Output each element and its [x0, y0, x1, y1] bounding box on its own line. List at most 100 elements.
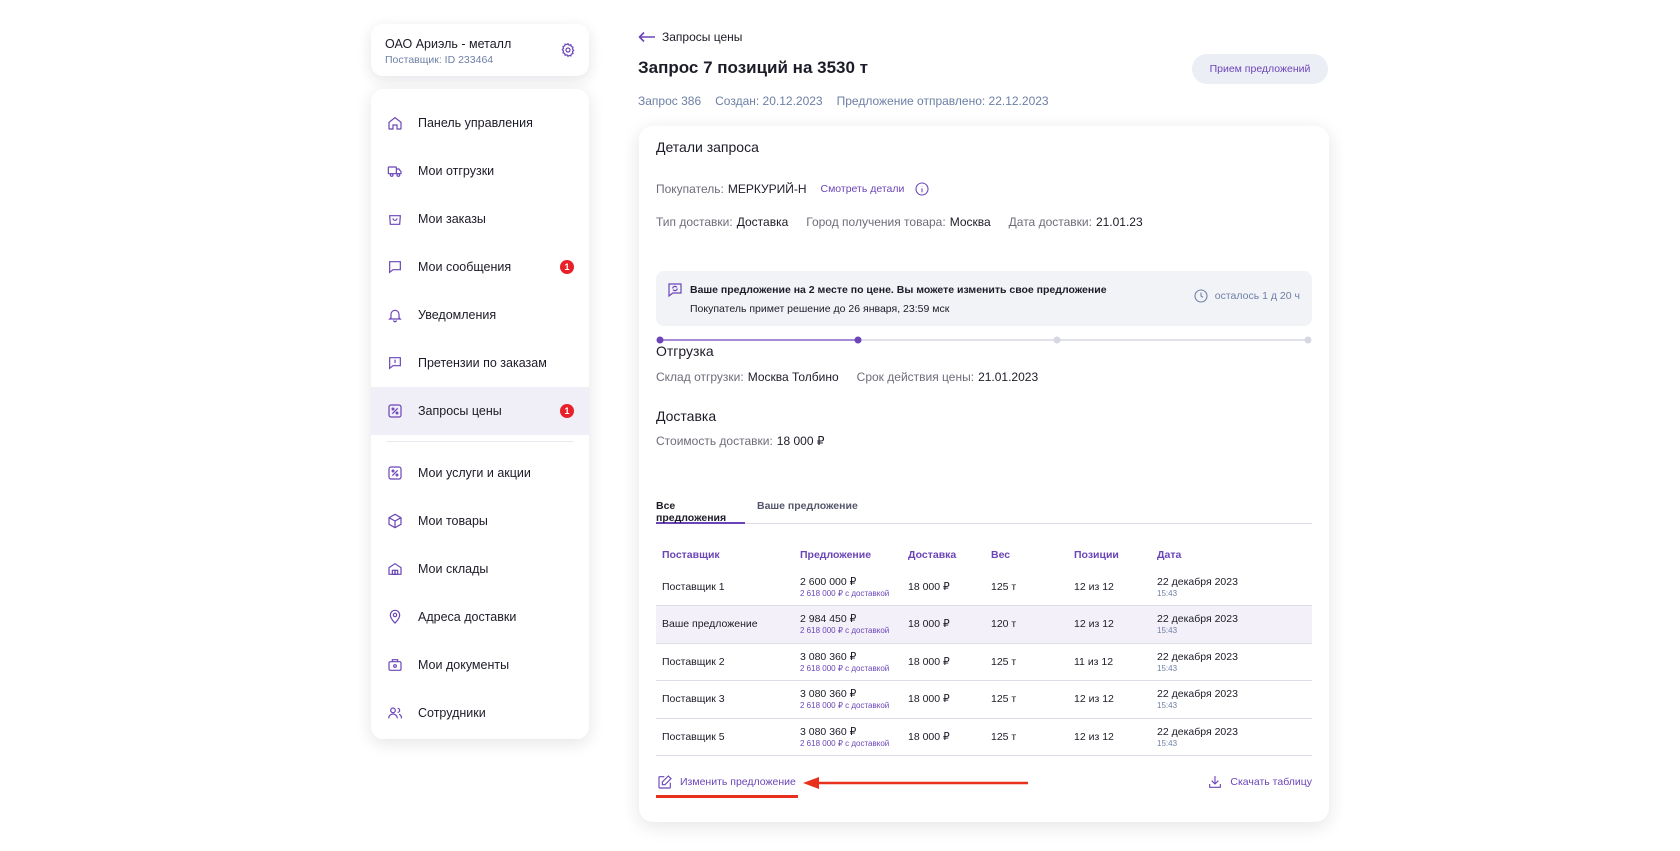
notice-subtitle: Покупатель примет решение до 26 января, …: [690, 303, 950, 315]
offer-date: 22 декабря 2023: [1157, 688, 1238, 701]
sidebar-item-products[interactable]: Мои товары: [371, 497, 589, 545]
offer-price-with-delivery: 2 618 000 ₽ с доставкой: [800, 626, 890, 636]
offer-time: 15:43: [1157, 738, 1178, 748]
delivery-type-value: Доставка: [736, 215, 789, 229]
sidebar-item-documents[interactable]: Мои документы: [371, 641, 589, 689]
status-badge: Прием предложений: [1192, 54, 1328, 84]
offer-cell: 2 984 450 ₽2 618 000 ₽ с доставкой: [794, 605, 902, 644]
offer-price: 2 600 000 ₽: [800, 575, 857, 588]
offers-tabs: Все предложения Ваше предложение: [656, 500, 1312, 524]
location-pin-icon: [386, 608, 404, 626]
offer-time: 15:43: [1157, 588, 1178, 598]
price-valid-label: Срок действия цены:: [856, 370, 975, 384]
bell-icon: [386, 306, 404, 324]
column-header: Дата: [1157, 549, 1182, 561]
notice-title: Ваше предложение на 2 месте по цене. Вы …: [690, 284, 1107, 296]
sidebar-item-services[interactable]: Мои услуги и акции: [371, 449, 589, 497]
column-header: Позиции: [1074, 549, 1119, 561]
sidebar-item-dashboard[interactable]: Панель управления: [371, 99, 589, 147]
sidebar-item-orders[interactable]: Мои заказы: [371, 195, 589, 243]
annotation-underline: [656, 795, 798, 798]
box-icon: [386, 512, 404, 530]
tab-your-offer[interactable]: Ваше предложение: [757, 500, 858, 524]
sidebar-item-label: Мои сообщения: [418, 260, 512, 274]
delivery-date-label: Дата доставки:: [1008, 215, 1092, 229]
delivery-info-line: Тип доставки: Доставка Город получения т…: [656, 215, 1143, 229]
messages-badge: 1: [560, 260, 574, 274]
sidebar-item-employees[interactable]: Сотрудники: [371, 689, 589, 737]
users-icon: [386, 704, 404, 722]
edit-offer-button[interactable]: Изменить предложение: [657, 774, 796, 790]
org-card: ОАО Ариэль - металл Поставщик: ID 233464: [371, 24, 589, 76]
positions-cell: 12 из 12: [1068, 568, 1151, 606]
sidebar-item-messages[interactable]: Мои сообщения 1: [371, 243, 589, 291]
request-created: Создан: 20.12.2023: [715, 94, 823, 108]
table-row: Поставщик 3 3 080 360 ₽2 618 000 ₽ с дос…: [656, 680, 1312, 719]
date-cell: 22 декабря 2023 15:43: [1151, 568, 1312, 606]
view-details-link[interactable]: Смотреть детали: [821, 183, 905, 195]
date-cell: 22 декабря 2023 15:43: [1151, 680, 1312, 719]
buyer-label: Покупатель:: [656, 182, 724, 196]
delivery-cost-label: Стоимость доставки:: [656, 434, 773, 448]
home-icon: [386, 114, 404, 132]
sidebar-item-label: Претензии по заказам: [418, 356, 547, 370]
back-link[interactable]: Запросы цены: [638, 30, 742, 44]
shipment-title: Отгрузка: [656, 343, 714, 359]
column-header: Вес: [991, 549, 1011, 561]
download-table-label: Скачать таблицу: [1230, 776, 1312, 788]
warehouse-icon: [386, 560, 404, 578]
sidebar-item-price-requests[interactable]: Запросы цены 1: [371, 387, 589, 435]
sidebar-item-shipments[interactable]: Мои отгрузки: [371, 147, 589, 195]
request-number: Запрос 386: [638, 94, 702, 108]
time-remaining: осталось 1 д 20 ч: [1193, 288, 1300, 304]
delivery-cost-value: 18 000 ₽: [776, 434, 825, 448]
weight-cell: 120 т: [985, 605, 1068, 644]
progress-step-4: [1304, 336, 1312, 344]
weight-cell: 125 т: [985, 680, 1068, 719]
org-supplier-id: Поставщик: ID 233464: [385, 54, 494, 66]
buyer-value: МЕРКУРИЙ-Н: [727, 182, 807, 196]
offer-price: 2 984 450 ₽: [800, 613, 857, 626]
date-cell: 22 декабря 2023 15:43: [1151, 643, 1312, 681]
org-name: ОАО Ариэль - металл: [385, 37, 512, 51]
arrow-left-icon: [638, 31, 655, 43]
column-header: Предложение: [800, 549, 872, 561]
buyer-line: Покупатель: МЕРКУРИЙ-Н Смотреть детали: [656, 181, 930, 197]
delivery-cell: 18 000 ₽: [902, 568, 985, 606]
city-label: Город получения товара:: [806, 215, 946, 229]
offer-cell: 2 600 000 ₽2 618 000 ₽ с доставкой: [794, 568, 902, 606]
offer-price: 3 080 360 ₽: [800, 688, 857, 701]
offer-price: 3 080 360 ₽: [800, 650, 857, 663]
sidebar-item-label: Мои услуги и акции: [418, 466, 531, 480]
date-cell: 22 декабря 2023 15:43: [1151, 718, 1312, 756]
offer-date: 22 декабря 2023: [1157, 575, 1238, 588]
sidebar-item-delivery-addresses[interactable]: Адреса доставки: [371, 593, 589, 641]
positions-cell: 12 из 12: [1068, 605, 1151, 644]
table-row: Поставщик 2 3 080 360 ₽2 618 000 ₽ с дос…: [656, 643, 1312, 681]
sidebar-item-label: Мои товары: [418, 514, 488, 528]
offer-time: 15:43: [1157, 663, 1178, 673]
offer-date: 22 декабря 2023: [1157, 613, 1238, 626]
weight-cell: 125 т: [985, 718, 1068, 756]
document-box-icon: [386, 656, 404, 674]
sidebar-item-label: Сотрудники: [418, 706, 486, 720]
info-icon[interactable]: [914, 181, 930, 197]
download-table-button[interactable]: Скачать таблицу: [1207, 774, 1312, 790]
table-header-row: Поставщик Предложение Доставка Вес Позиц…: [656, 542, 1312, 568]
sidebar-item-claims[interactable]: Претензии по заказам: [371, 339, 589, 387]
tab-all-offers[interactable]: Все предложения: [656, 500, 745, 524]
sidebar-item-notifications[interactable]: Уведомления: [371, 291, 589, 339]
sidebar: Панель управления Мои отгрузки Мои заказ…: [371, 89, 589, 739]
offer-date: 22 декабря 2023: [1157, 650, 1238, 663]
annotation-arrow-icon: [803, 777, 1028, 789]
request-meta: Запрос 386 Создан: 20.12.2023 Предложени…: [638, 94, 1049, 108]
offers-table: Поставщик Предложение Доставка Вес Позиц…: [656, 542, 1312, 756]
positions-cell: 11 из 12: [1068, 643, 1151, 681]
shopping-bag-icon: [386, 210, 404, 228]
sidebar-item-warehouses[interactable]: Мои склады: [371, 545, 589, 593]
gear-icon[interactable]: [560, 42, 576, 58]
sidebar-item-label: Мои отгрузки: [418, 164, 495, 178]
delivery-cost-line: Стоимость доставки: 18 000 ₽: [656, 434, 824, 448]
offer-price: 3 080 360 ₽: [800, 725, 857, 738]
warehouse-label: Склад отгрузки:: [656, 370, 744, 384]
